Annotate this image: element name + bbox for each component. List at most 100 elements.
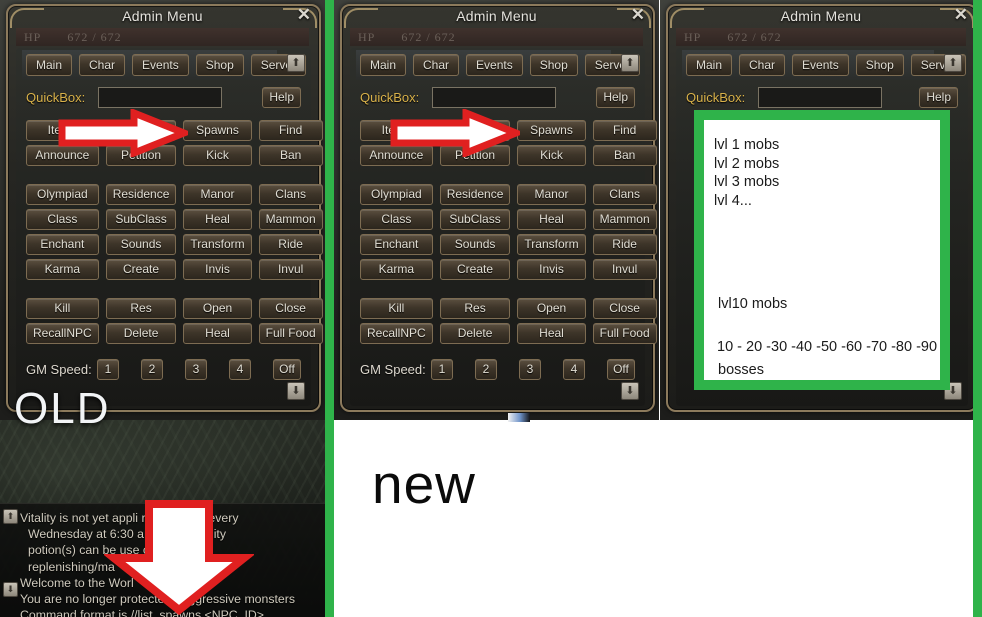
scroll-down-icon[interactable]: ⬇: [287, 382, 305, 400]
quickbox-input[interactable]: [432, 86, 556, 108]
tab-char[interactable]: Char: [79, 54, 126, 76]
scroll-down-icon[interactable]: ⬇: [621, 382, 639, 400]
close-icon[interactable]: ✕: [631, 6, 645, 23]
button-kick[interactable]: Kick: [517, 145, 586, 166]
button-open[interactable]: Open: [517, 298, 586, 319]
button-create[interactable]: Create: [439, 259, 511, 280]
gm-speed-options: 1 2 3 4 Off: [97, 358, 301, 380]
button-ride[interactable]: Ride: [592, 234, 657, 255]
button-heal[interactable]: Heal: [183, 209, 252, 230]
button-sounds[interactable]: Sounds: [439, 234, 511, 255]
button-full-food[interactable]: Full Food: [258, 323, 323, 344]
tab-events[interactable]: Events: [466, 54, 523, 76]
button-invis[interactable]: Invis: [183, 259, 252, 280]
tab-shop[interactable]: Shop: [855, 54, 904, 76]
button-residence[interactable]: Residence: [439, 184, 511, 205]
button-find[interactable]: Find: [592, 120, 657, 141]
button-recallnpc[interactable]: RecallNPC: [360, 323, 433, 344]
button-recallnpc[interactable]: RecallNPC: [26, 323, 99, 344]
button-mammon[interactable]: Mammon: [258, 209, 323, 230]
tab-main[interactable]: Main: [26, 54, 73, 76]
tab-main[interactable]: Main: [360, 54, 407, 76]
help-button[interactable]: Help: [596, 86, 635, 108]
button-residence[interactable]: Residence: [105, 184, 177, 205]
button-invis[interactable]: Invis: [517, 259, 586, 280]
button-kill[interactable]: Kill: [26, 298, 99, 319]
button-sounds[interactable]: Sounds: [105, 234, 177, 255]
button-kill[interactable]: Kill: [360, 298, 433, 319]
button-enchant[interactable]: Enchant: [26, 234, 99, 255]
button-class[interactable]: Class: [26, 209, 99, 230]
tab-events[interactable]: Events: [132, 54, 189, 76]
tab-main[interactable]: Main: [686, 54, 733, 76]
button-olympiad[interactable]: Olympiad: [360, 184, 433, 205]
button-heal-2[interactable]: Heal: [517, 323, 586, 344]
list-level-range: 10 - 20 -30 -40 -50 -60 -70 -80 -90 -bos…: [717, 338, 940, 355]
button-enchant[interactable]: Enchant: [360, 234, 433, 255]
button-clans[interactable]: Clans: [592, 184, 657, 205]
scroll-up-icon[interactable]: ⬆: [287, 54, 305, 72]
gm-speed-3[interactable]: 3: [519, 358, 541, 380]
button-spawns[interactable]: Spawns: [517, 120, 586, 141]
button-clans[interactable]: Clans: [258, 184, 323, 205]
button-heal-2[interactable]: Heal: [183, 323, 252, 344]
button-invul[interactable]: Invul: [258, 259, 323, 280]
quickbox-label: QuickBox:: [686, 89, 746, 105]
button-find[interactable]: Find: [258, 120, 323, 141]
gm-speed-off[interactable]: Off: [607, 358, 635, 380]
chat-scroll-down-icon[interactable]: ⬇: [3, 582, 18, 597]
gm-speed-3[interactable]: 3: [185, 358, 207, 380]
gm-speed-2[interactable]: 2: [141, 358, 163, 380]
tab-events[interactable]: Events: [792, 54, 849, 76]
button-ride[interactable]: Ride: [258, 234, 323, 255]
button-heal[interactable]: Heal: [517, 209, 586, 230]
button-close[interactable]: Close: [592, 298, 657, 319]
gm-speed-2[interactable]: 2: [475, 358, 497, 380]
button-res[interactable]: Res: [439, 298, 511, 319]
button-class[interactable]: Class: [360, 209, 433, 230]
button-create[interactable]: Create: [105, 259, 177, 280]
scroll-up-icon[interactable]: ⬆: [944, 54, 962, 72]
button-transform[interactable]: Transform: [517, 234, 586, 255]
button-manor[interactable]: Manor: [183, 184, 252, 205]
button-karma[interactable]: Karma: [360, 259, 433, 280]
button-subclass[interactable]: SubClass: [439, 209, 511, 230]
quickbox-input[interactable]: [98, 86, 222, 108]
close-icon[interactable]: ✕: [297, 6, 311, 23]
button-delete[interactable]: Delete: [439, 323, 511, 344]
range-head: 10 - 20 -30 -40 -50 -60 -70 -80 -90 -: [717, 339, 940, 355]
button-open[interactable]: Open: [183, 298, 252, 319]
button-subclass[interactable]: SubClass: [105, 209, 177, 230]
quickbox-input[interactable]: [758, 86, 882, 108]
button-ban[interactable]: Ban: [258, 145, 323, 166]
button-spawns[interactable]: Spawns: [183, 120, 252, 141]
tab-shop[interactable]: Shop: [195, 54, 244, 76]
help-button[interactable]: Help: [919, 86, 958, 108]
button-mammon[interactable]: Mammon: [592, 209, 657, 230]
button-olympiad[interactable]: Olympiad: [26, 184, 99, 205]
button-close[interactable]: Close: [258, 298, 323, 319]
gm-speed-1[interactable]: 1: [97, 358, 119, 380]
button-transform[interactable]: Transform: [183, 234, 252, 255]
gm-speed-4[interactable]: 4: [563, 358, 585, 380]
tab-shop[interactable]: Shop: [529, 54, 578, 76]
tab-char[interactable]: Char: [413, 54, 460, 76]
button-karma[interactable]: Karma: [26, 259, 99, 280]
button-full-food[interactable]: Full Food: [592, 323, 657, 344]
button-kick[interactable]: Kick: [183, 145, 252, 166]
button-delete[interactable]: Delete: [105, 323, 177, 344]
button-res[interactable]: Res: [105, 298, 177, 319]
button-manor[interactable]: Manor: [517, 184, 586, 205]
tab-char[interactable]: Char: [739, 54, 786, 76]
gm-speed-off[interactable]: Off: [273, 358, 301, 380]
admin-menu-panel-list: Admin Menu ✕ HP 672 / 672 Main Char Even…: [660, 0, 982, 420]
scroll-up-icon[interactable]: ⬆: [621, 54, 639, 72]
button-ban[interactable]: Ban: [592, 145, 657, 166]
button-invul[interactable]: Invul: [592, 259, 657, 280]
gm-speed-4[interactable]: 4: [229, 358, 251, 380]
tab-bar: Main Char Events Shop Server: [22, 50, 307, 80]
chat-scroll-up-icon[interactable]: ⬆: [3, 509, 18, 524]
gm-speed-1[interactable]: 1: [431, 358, 453, 380]
help-button[interactable]: Help: [262, 86, 301, 108]
close-icon[interactable]: ✕: [954, 6, 968, 23]
